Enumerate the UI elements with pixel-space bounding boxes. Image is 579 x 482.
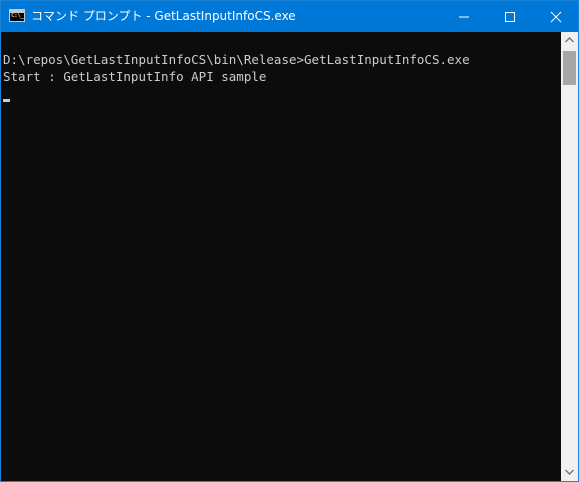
minimize-button[interactable] (441, 1, 487, 32)
scroll-down-button[interactable] (561, 464, 578, 481)
maximize-icon (505, 12, 515, 22)
close-button[interactable] (533, 1, 579, 32)
close-icon (550, 11, 562, 23)
console-line-output: Start : GetLastInputInfo API sample (3, 69, 267, 84)
scroll-up-button[interactable] (561, 32, 578, 49)
window-title: コマンド プロンプト - GetLastInputInfoCS.exe (31, 9, 296, 23)
console-line-command: D:\repos\GetLastInputInfoCS\bin\Release>… (3, 52, 470, 67)
maximize-button[interactable] (487, 1, 533, 32)
chevron-up-icon (565, 37, 574, 43)
title-bar[interactable]: C:\_ コマンド プロンプト - GetLastInputInfoCS.exe (1, 1, 578, 32)
app-icon-text: C:\_ (11, 12, 24, 19)
minimize-icon (459, 16, 469, 18)
command-prompt-window: C:\_ コマンド プロンプト - GetLastInputInfoCS.exe… (0, 0, 579, 482)
command-prompt-app-icon[interactable]: C:\_ (9, 9, 25, 22)
vertical-scrollbar[interactable] (561, 32, 578, 481)
chevron-down-icon (565, 469, 574, 475)
text-cursor (3, 99, 10, 102)
scrollbar-thumb[interactable] (563, 51, 576, 85)
console-output-area[interactable]: D:\repos\GetLastInputInfoCS\bin\Release>… (1, 32, 561, 481)
